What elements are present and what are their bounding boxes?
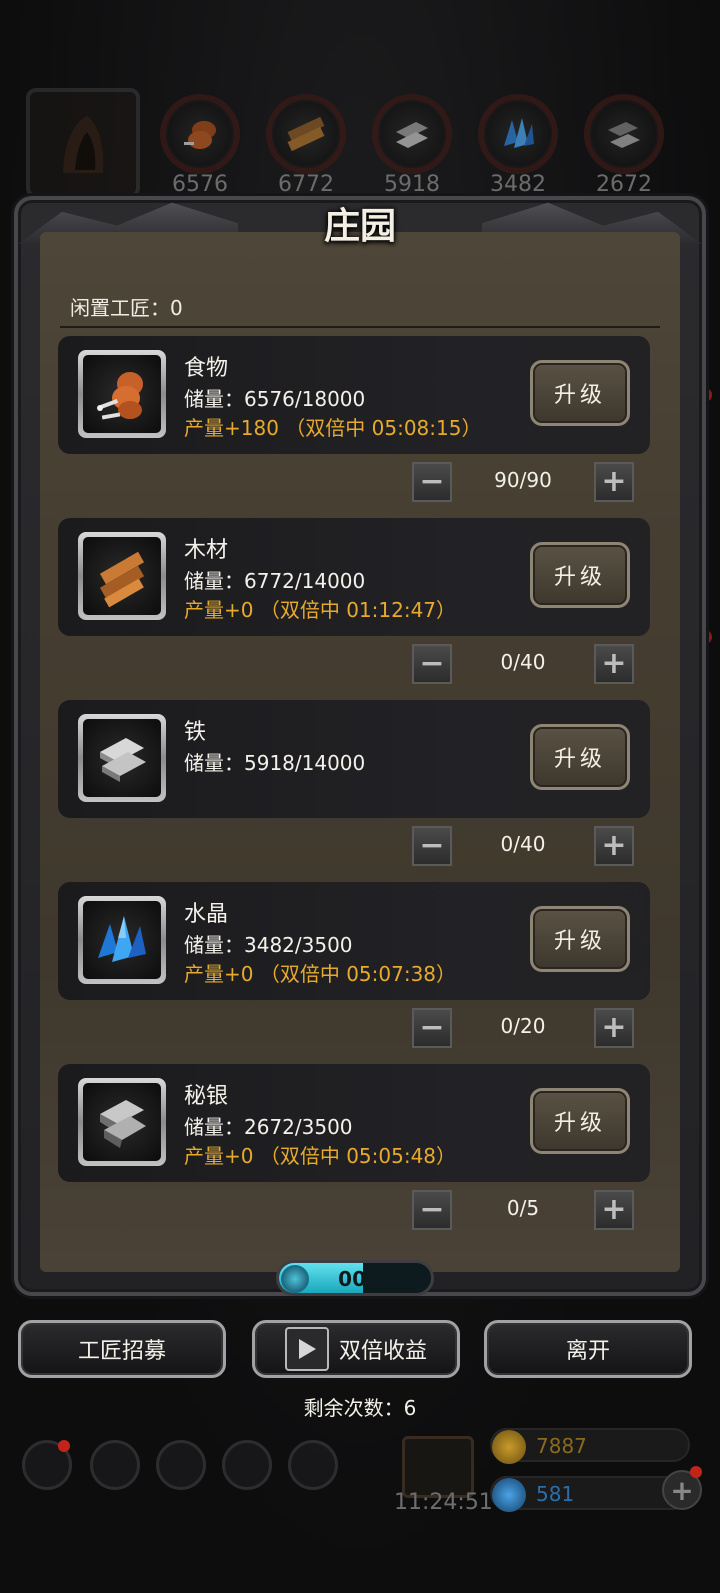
increase-workers-button[interactable]: +: [594, 1190, 634, 1230]
leave-label: 离开: [565, 1339, 610, 1364]
panel-title: 庄园: [323, 205, 396, 247]
timer-text: 00:17: [338, 1267, 402, 1291]
decrease-workers-button[interactable]: −: [412, 826, 452, 866]
worker-count: 0/20: [500, 1014, 546, 1038]
notification-dot: [58, 1440, 70, 1452]
worker-stepper-crystal: − 0/20 +: [412, 1008, 634, 1048]
guild-icon[interactable]: [156, 1440, 206, 1490]
mithril-icon: [608, 122, 640, 148]
resource-icon-frame: [78, 714, 166, 802]
top-iron-slot: [372, 94, 452, 174]
gem-amount: 581: [536, 1482, 575, 1506]
upgrade-button[interactable]: 升级: [530, 906, 630, 972]
idle-workers-label: 闲置工匠：0: [70, 296, 183, 320]
worker-count: 90/90: [494, 468, 552, 492]
gold-coin-icon: [492, 1430, 526, 1464]
resource-icon-frame: [78, 1078, 166, 1166]
resource-name: 秘银: [184, 1084, 229, 1109]
wood-icon: [99, 551, 145, 608]
top-food-count: 6576: [172, 172, 228, 197]
game-clock: 11:24:51: [394, 1490, 493, 1515]
resource-name: 食物: [184, 356, 229, 381]
worker-stepper-mithril: − 0/5 +: [412, 1190, 634, 1230]
play-video-icon: [284, 1327, 329, 1371]
resource-row-mithril: 秘银 储量：2672/3500 产量+0 （双倍中 05:05:48） 升级: [58, 1064, 650, 1182]
resource-name: 铁: [184, 720, 207, 745]
decrease-workers-button[interactable]: −: [412, 1008, 452, 1048]
increase-workers-button[interactable]: +: [594, 462, 634, 502]
increase-workers-button[interactable]: +: [594, 826, 634, 866]
character-portrait: [26, 88, 140, 198]
increase-workers-button[interactable]: +: [594, 644, 634, 684]
resource-stock: 储量：6772/14000: [184, 569, 366, 593]
top-crystal-count: 3482: [490, 172, 546, 197]
top-food-slot: [160, 94, 240, 174]
divider: [60, 326, 660, 328]
notification-dot: [690, 1466, 702, 1478]
timer-icon: [281, 1265, 309, 1293]
double-income-label: 双倍收益: [338, 1339, 427, 1364]
crystal-icon: [98, 916, 146, 962]
resource-row-wood: 木材 储量：6772/14000 产量+0 （双倍中 01:12:47） 升级: [58, 518, 650, 636]
leave-button[interactable]: 离开: [484, 1320, 692, 1378]
worker-stepper-iron: − 0/40 +: [412, 826, 634, 866]
achievement-icon[interactable]: [90, 1440, 140, 1490]
upgrade-button[interactable]: 升级: [530, 724, 630, 790]
worker-stepper-food: − 90/90 +: [412, 462, 634, 502]
top-mithril-count: 2672: [596, 172, 652, 197]
panel-title-plate: 庄园: [260, 190, 460, 256]
food-icon: [184, 121, 216, 149]
resource-stock: 储量：3482/3500: [184, 933, 353, 957]
iron-icon: [100, 738, 146, 782]
gem-currency: 581: [490, 1476, 690, 1512]
worker-count: 0/5: [506, 1196, 540, 1220]
manor-panel: 庄园 闲置工匠：0 食物 储量：6576/18000 产量+180 （双倍中 0…: [14, 196, 706, 1296]
resource-production: 产量+0 （双倍中 01:12:47）: [184, 598, 457, 622]
resource-stock: 储量：5918/14000: [184, 751, 366, 775]
recruit-workers-button[interactable]: 工匠招募: [18, 1320, 226, 1378]
worker-count: 0/40: [500, 650, 546, 674]
increase-workers-button[interactable]: +: [594, 1008, 634, 1048]
gold-currency: 7887: [490, 1428, 690, 1464]
recruit-label: 工匠招募: [77, 1339, 166, 1364]
resource-production: 产量+180 （双倍中 05:08:15）: [184, 416, 482, 440]
resource-stock: 储量：2672/3500: [184, 1115, 353, 1139]
crystal-icon: [504, 118, 534, 148]
worker-count: 0/40: [500, 832, 546, 856]
decrease-workers-button[interactable]: −: [412, 1190, 452, 1230]
remaining-uses: 剩余次数：6: [303, 1396, 417, 1420]
gem-icon: [492, 1478, 526, 1512]
decrease-workers-button[interactable]: −: [412, 644, 452, 684]
double-income-timer: 00:17: [276, 1260, 434, 1296]
top-wood-slot: [266, 94, 346, 174]
resource-icon-frame: [78, 350, 166, 438]
double-income-button[interactable]: 双倍收益: [252, 1320, 460, 1378]
top-mithril-slot: [584, 94, 664, 174]
resource-name: 木材: [184, 538, 229, 563]
wood-icon: [287, 116, 325, 152]
iron-icon: [396, 122, 428, 148]
resource-icon-frame: [78, 532, 166, 620]
mithril-icon: [100, 1100, 146, 1148]
resource-production: 产量+0 （双倍中 05:05:48）: [184, 1144, 457, 1168]
gold-amount: 7887: [536, 1434, 587, 1458]
resource-name: 水晶: [184, 902, 229, 927]
map-icon[interactable]: [288, 1440, 338, 1490]
decrease-workers-button[interactable]: −: [412, 462, 452, 502]
resource-row-iron: 铁 储量：5918/14000 升级: [58, 700, 650, 818]
gift-icon[interactable]: [402, 1436, 474, 1498]
resource-stock: 储量：6576/18000: [184, 387, 366, 411]
top-crystal-slot: [478, 94, 558, 174]
resource-row-food: 食物 储量：6576/18000 产量+180 （双倍中 05:08:15） 升…: [58, 336, 650, 454]
hood-icon: [63, 116, 104, 173]
worker-stepper-wood: − 0/40 +: [412, 644, 634, 684]
resource-production: 产量+0 （双倍中 05:07:38）: [184, 962, 457, 986]
resource-row-crystal: 水晶 储量：3482/3500 产量+0 （双倍中 05:07:38） 升级: [58, 882, 650, 1000]
upgrade-button[interactable]: 升级: [530, 542, 630, 608]
upgrade-button[interactable]: 升级: [530, 360, 630, 426]
resource-icon-frame: [78, 896, 166, 984]
food-icon: [97, 372, 143, 420]
upgrade-button[interactable]: 升级: [530, 1088, 630, 1154]
mail-icon[interactable]: [222, 1440, 272, 1490]
